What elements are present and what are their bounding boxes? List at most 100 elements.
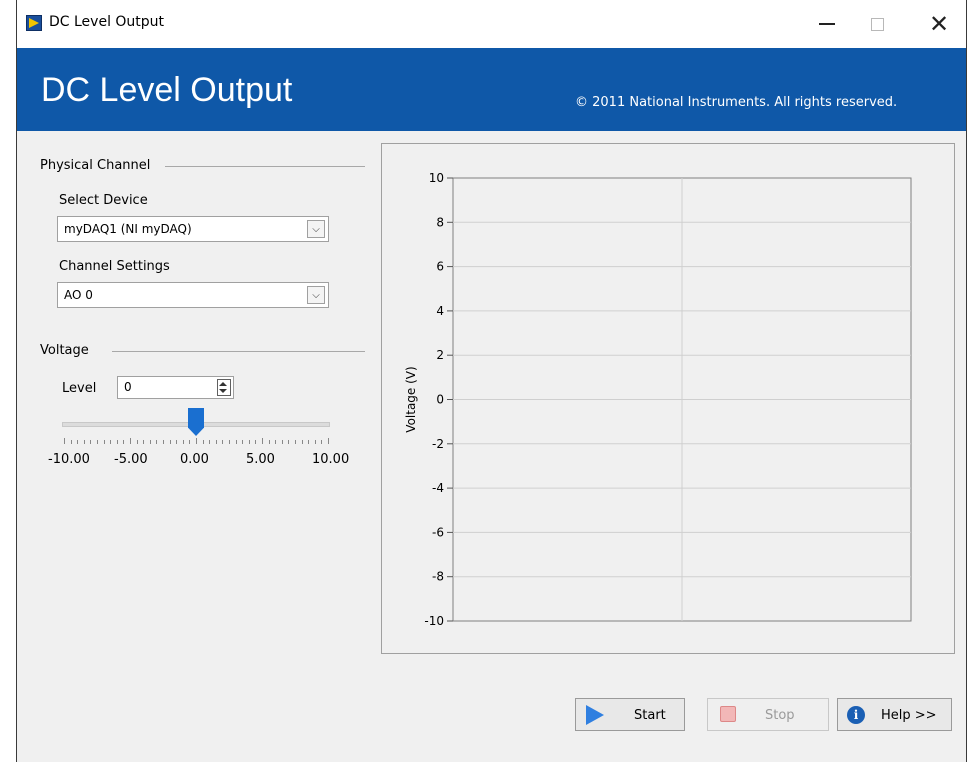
- decrement-arrow-icon[interactable]: [219, 389, 227, 393]
- close-icon: ✕: [928, 10, 950, 38]
- slider-tick-label: -5.00: [114, 452, 148, 467]
- y-tick-label: 2: [436, 348, 444, 362]
- maximize-icon: [870, 17, 884, 31]
- voltage-section-label: Voltage: [40, 343, 89, 358]
- y-tick-label: -8: [432, 570, 444, 584]
- slider-tick: [295, 440, 296, 444]
- close-button[interactable]: ✕: [916, 0, 962, 48]
- physical-channel-section-label: Physical Channel: [40, 158, 151, 173]
- slider-tick-label: 10.00: [312, 452, 350, 467]
- slider-tick: [235, 440, 237, 444]
- slider-tick-label: -10.00: [48, 452, 90, 467]
- y-tick-label: 6: [436, 260, 444, 274]
- slider-tick: [110, 440, 112, 444]
- slider-tick: [328, 438, 329, 444]
- slider-tick: [255, 440, 257, 444]
- info-icon: i: [847, 706, 865, 724]
- start-label: Start: [634, 708, 666, 723]
- slider-tick: [222, 440, 224, 444]
- level-numeric-input[interactable]: 0: [117, 376, 234, 399]
- chevron-down-icon[interactable]: ⌵: [307, 220, 325, 238]
- help-button[interactable]: i Help >>: [837, 698, 952, 731]
- slider-tick: [143, 440, 145, 444]
- channel-select[interactable]: AO 0 ⌵: [57, 282, 329, 308]
- slider-tick: [70, 440, 72, 444]
- stop-icon: [720, 706, 736, 722]
- start-button[interactable]: Start: [575, 698, 685, 731]
- level-label: Level: [62, 381, 97, 396]
- labview-app-icon: [26, 15, 42, 31]
- slider-tick: [288, 440, 290, 444]
- maximize-button[interactable]: [854, 0, 900, 48]
- slider-tick: [176, 440, 178, 444]
- slider-tick: [268, 440, 270, 444]
- channel-select-value: AO 0: [64, 288, 93, 302]
- slider-tick-label: 5.00: [246, 452, 275, 467]
- slider-tick: [202, 440, 204, 444]
- y-tick-label: 10: [429, 171, 444, 185]
- slider-tick: [123, 440, 125, 444]
- y-tick-label: 0: [436, 393, 444, 407]
- app-header: DC Level Output © 2011 National Instrume…: [17, 48, 966, 131]
- y-axis-label: Voltage (V): [404, 366, 418, 432]
- slider-tick: [215, 440, 217, 444]
- slider-tick: [136, 440, 138, 444]
- slider-tick: [90, 440, 92, 444]
- minimize-button[interactable]: [804, 0, 850, 48]
- window-title: DC Level Output: [49, 14, 165, 30]
- minimize-icon: [819, 23, 835, 25]
- title-bar: DC Level Output ✕: [17, 0, 966, 48]
- select-device-label: Select Device: [59, 193, 148, 208]
- slider-tick: [301, 440, 303, 444]
- slider-tick: [314, 440, 316, 444]
- slider-tick-label: 0.00: [180, 452, 209, 467]
- slider-tick: [83, 440, 85, 444]
- y-tick-label: -4: [432, 481, 444, 495]
- increment-arrow-icon[interactable]: [219, 382, 227, 386]
- physical-channel-divider: [165, 166, 365, 167]
- slider-tick: [149, 440, 151, 444]
- voltage-chart-svg: 10 8 6 4 2 0 -2 -4 -6 -8 -10 Voltage (V): [404, 171, 912, 628]
- level-slider-thumb[interactable]: [188, 408, 204, 436]
- y-tick-label: -6: [432, 525, 444, 539]
- stop-button[interactable]: Stop: [707, 698, 829, 731]
- slider-tick: [209, 440, 211, 444]
- slider-tick: [196, 438, 197, 444]
- slider-tick: [169, 440, 171, 444]
- slider-tick: [242, 440, 244, 444]
- y-tick-label: 4: [436, 304, 444, 318]
- chevron-down-icon[interactable]: ⌵: [307, 286, 325, 304]
- y-tick-label: 8: [436, 215, 444, 229]
- slider-tick: [281, 440, 283, 444]
- voltage-chart: 10 8 6 4 2 0 -2 -4 -6 -8 -10 Voltage (V): [381, 143, 955, 654]
- slider-tick: [130, 438, 131, 444]
- channel-settings-label: Channel Settings: [59, 259, 170, 274]
- slider-tick: [97, 440, 98, 444]
- slider-tick: [163, 440, 164, 444]
- device-select[interactable]: myDAQ1 (NI myDAQ) ⌵: [57, 216, 329, 242]
- app-window: DC Level Output ✕ DC Level Output © 2011…: [16, 0, 967, 762]
- slider-tick: [103, 440, 105, 444]
- slider-tick: [64, 438, 65, 444]
- help-label: Help >>: [881, 708, 937, 723]
- slider-tick: [182, 440, 184, 444]
- slider-tick: [77, 440, 79, 444]
- play-icon: [586, 705, 604, 725]
- voltage-divider: [112, 351, 365, 352]
- y-tick-label: -2: [432, 437, 444, 451]
- slider-tick: [156, 440, 158, 444]
- slider-tick: [189, 440, 191, 444]
- device-select-value: myDAQ1 (NI myDAQ): [64, 222, 192, 236]
- slider-tick: [116, 440, 118, 444]
- slider-tick: [308, 440, 310, 444]
- stop-label: Stop: [765, 708, 795, 723]
- increment-decrement-spinner[interactable]: [217, 379, 231, 396]
- level-value: 0: [124, 380, 132, 394]
- header-title: DC Level Output: [41, 71, 293, 109]
- slider-tick: [229, 440, 230, 444]
- copyright-text: © 2011 National Instruments. All rights …: [575, 95, 898, 110]
- slider-tick: [275, 440, 277, 444]
- y-tick-label: -10: [424, 614, 444, 628]
- slider-tick: [248, 440, 250, 444]
- slider-tick: [321, 440, 323, 444]
